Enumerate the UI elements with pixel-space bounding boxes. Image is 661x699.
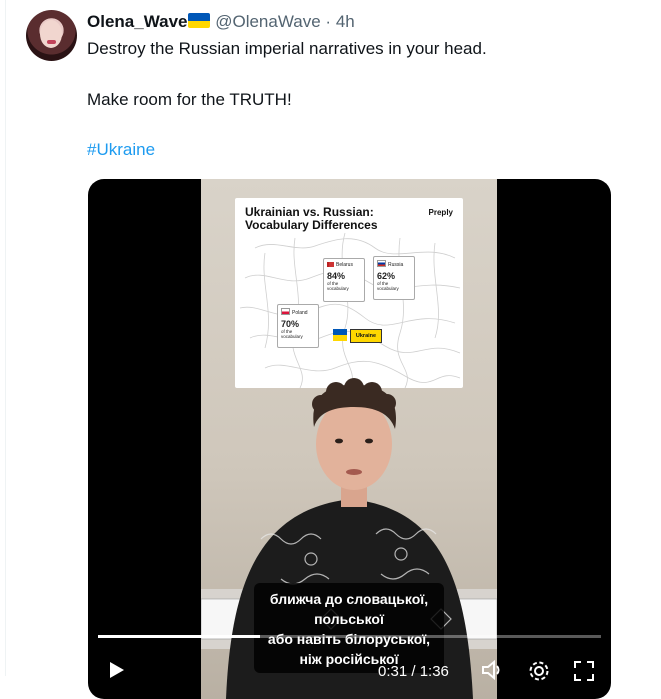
subtitle-box: ближча до словацької, польської або наві… (254, 583, 444, 673)
video-progress-bar[interactable] (98, 635, 601, 638)
volume-icon[interactable] (480, 659, 504, 681)
progress-fill (98, 635, 261, 638)
author-handle[interactable]: @OlenaWave (215, 12, 320, 31)
tweet-text-line-1: Destroy the Russian imperial narratives … (87, 39, 487, 58)
timeline-divider (5, 0, 6, 676)
author-name[interactable]: Olena_Wave (87, 12, 187, 31)
avatar-lips (47, 40, 56, 44)
hashtag-link[interactable]: #Ukraine (87, 139, 155, 161)
ukraine-flag-icon (188, 13, 211, 28)
subtitle-line: або навіть білоруської, (267, 631, 431, 647)
tweet-text-line-2: Make room for the TRUTH! (87, 90, 292, 109)
tweet-header: Olena_Wave @OlenaWave · 4h (87, 12, 355, 32)
subtitle-line: польської (314, 611, 384, 627)
time-display: 0:31 / 1:36 (378, 663, 449, 680)
fullscreen-icon[interactable] (572, 659, 596, 683)
settings-icon[interactable] (527, 659, 551, 683)
video-player[interactable]: Ukrainian vs. Russian: Vocabulary Differ… (88, 179, 611, 699)
subtitle-line: ближча до словацької, (269, 591, 429, 607)
timestamp[interactable]: 4h (336, 12, 355, 31)
avatar[interactable] (26, 10, 77, 61)
play-icon[interactable] (106, 659, 126, 681)
separator-dot: · (325, 12, 332, 31)
